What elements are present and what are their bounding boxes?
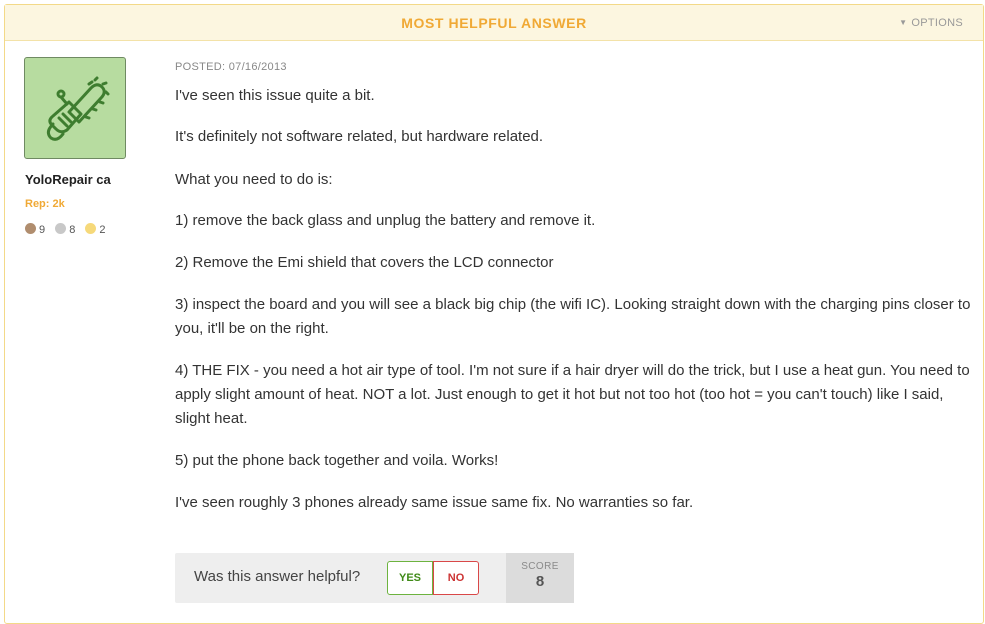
badge-counts: 9 8 2 bbox=[25, 223, 113, 236]
author-reputation: Rep: 2k bbox=[25, 198, 65, 210]
score-label: SCORE bbox=[521, 561, 559, 572]
options-label: OPTIONS bbox=[911, 17, 963, 29]
answer-paragraph: 3) inspect the board and you will see a … bbox=[175, 296, 971, 337]
score-box: SCORE 8 bbox=[506, 553, 574, 603]
answer-paragraph: 5) put the phone back together and voila… bbox=[175, 452, 499, 469]
answer-paragraph: 1) remove the back glass and unplug the … bbox=[175, 212, 596, 229]
gold-badge: 2 bbox=[85, 223, 106, 236]
helpful-feedback-bar: Was this answer helpful? YES NO SCORE 8 bbox=[175, 553, 574, 603]
banner-title: MOST HELPFUL ANSWER bbox=[401, 15, 587, 31]
bronze-badge: 9 bbox=[25, 223, 45, 236]
gold-badge-icon bbox=[85, 223, 97, 234]
answer-paragraph: I've seen this issue quite a bit. bbox=[175, 87, 375, 104]
most-helpful-banner: MOST HELPFUL ANSWER ▼ OPTIONS bbox=[5, 5, 983, 41]
caret-down-icon: ▼ bbox=[899, 18, 908, 27]
answer-paragraph: 2) Remove the Emi shield that covers the… bbox=[175, 254, 554, 271]
answer-paragraph: 4) THE FIX - you need a hot air type of … bbox=[175, 362, 970, 427]
helpful-question: Was this answer helpful? bbox=[194, 568, 361, 585]
answer-paragraph: What you need to do is: bbox=[175, 171, 333, 188]
posted-date: POSTED: 07/16/2013 bbox=[175, 61, 287, 73]
silver-badge: 8 bbox=[55, 223, 75, 236]
answer-card: MOST HELPFUL ANSWER ▼OPTIONS YoloRepair bbox=[4, 4, 984, 624]
options-dropdown[interactable]: ▼ OPTIONS bbox=[899, 17, 963, 29]
answer-paragraph: It's definitely not software related, bu… bbox=[175, 128, 544, 145]
silver-badge-icon bbox=[55, 223, 67, 234]
avatar[interactable] bbox=[24, 57, 126, 159]
answer-paragraph: I've seen roughly 3 phones already same … bbox=[175, 494, 694, 511]
author-name[interactable]: YoloRepair ca bbox=[25, 172, 111, 187]
bronze-badge-icon bbox=[25, 223, 36, 234]
score-value: 8 bbox=[535, 573, 545, 590]
chainsaw-icon bbox=[46, 76, 110, 141]
no-button[interactable]: NO bbox=[433, 561, 479, 595]
yes-button[interactable]: YES bbox=[387, 561, 433, 595]
